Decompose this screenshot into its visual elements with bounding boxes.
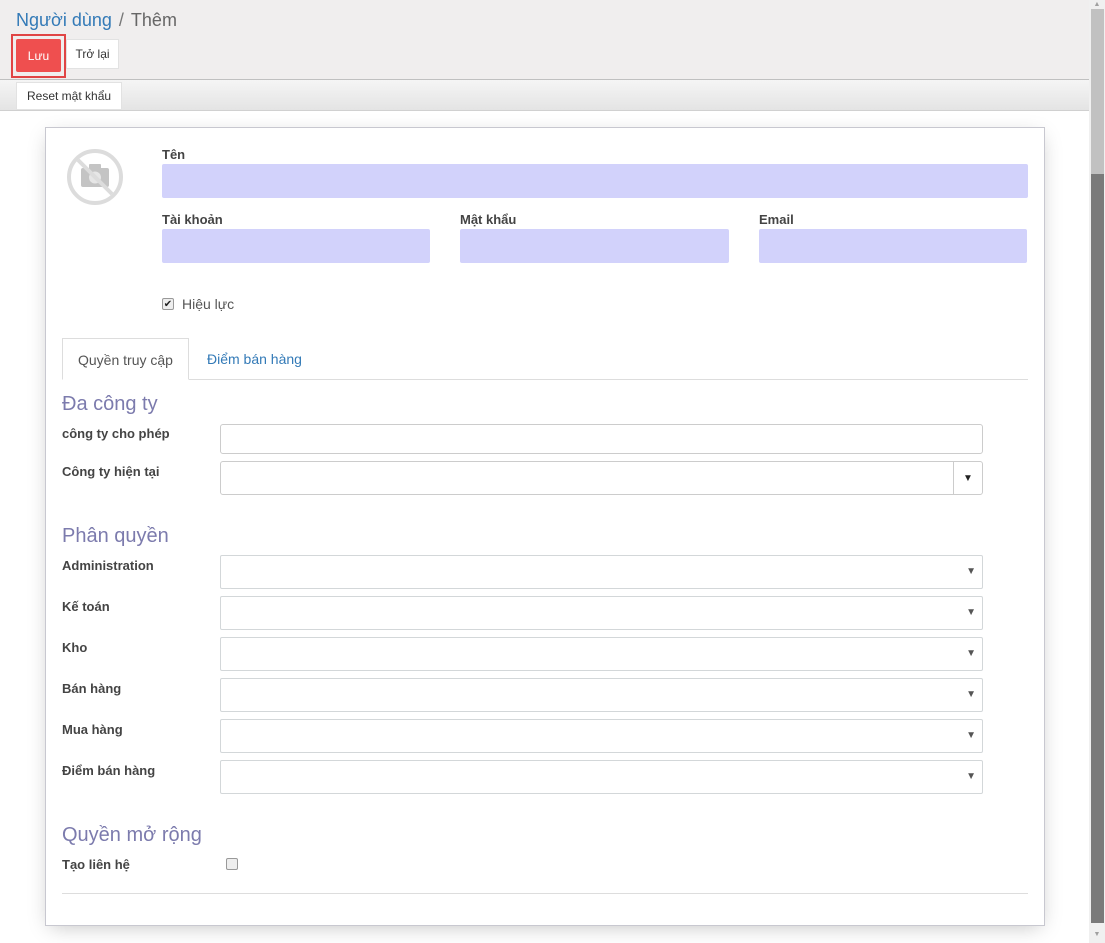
password-input[interactable] [460,229,729,263]
access-row-label: Administration [62,558,154,573]
avatar[interactable] [66,148,124,206]
breadcrumb-parent-link[interactable]: Người dùng [16,10,112,30]
administration-select[interactable]: ▼ [220,555,983,589]
current-company-select[interactable]: ▼ [220,461,983,495]
name-label: Tên [162,147,186,162]
email-label: Email [759,212,794,227]
notebook-tabs: Quyền truy cập Điểm bán hàng [62,338,1028,380]
purchase-select[interactable]: ▼ [220,719,983,753]
create-contact-checkbox[interactable] [226,858,238,870]
access-row-label: Bán hàng [62,681,122,696]
group-title-extra-rights: Quyền mở rộng [62,824,202,846]
access-row-label: Điểm bán hàng [62,763,156,778]
scroll-up-icon[interactable]: ▲ [1089,0,1105,9]
current-company-label: Công ty hiện tại [62,464,160,479]
group-title-access-rights: Phân quyền [62,525,169,547]
point-of-sale-select[interactable]: ▼ [220,760,983,794]
caret-down-icon: ▼ [966,730,976,741]
allowed-companies-label: công ty cho phép [62,426,170,441]
control-panel: Người dùng / Thêm Lưu Trở lại [0,0,1089,80]
name-input[interactable] [162,164,1028,198]
caret-down-icon: ▼ [966,689,976,700]
reset-password-button[interactable]: Reset mật khẩu [16,82,123,110]
no-photo-camera-icon [67,149,123,205]
back-button[interactable]: Trở lại [66,39,119,69]
email-input[interactable] [759,229,1027,263]
caret-down-icon: ▼ [966,648,976,659]
vertical-scrollbar[interactable]: ▲ ▼ [1089,0,1105,943]
save-button-highlight: Lưu [11,34,66,78]
access-row-label: Kế toán [62,599,110,614]
accounting-select[interactable]: ▼ [220,596,983,630]
breadcrumb-separator: / [118,10,124,30]
sales-select[interactable]: ▼ [220,678,983,712]
inventory-select[interactable]: ▼ [220,637,983,671]
scrollbar-thumb[interactable] [1091,174,1104,923]
status-bar: Reset mật khẩu [0,80,1089,111]
caret-down-icon: ▼ [966,566,976,577]
divider [62,893,1028,894]
login-input[interactable] [162,229,430,263]
allowed-companies-input[interactable] [220,424,983,454]
caret-down-icon: ▼ [966,771,976,782]
scroll-down-icon[interactable]: ▼ [1089,930,1105,939]
active-toggle[interactable]: ✔ Hiệu lực [162,296,234,312]
breadcrumb-current: Thêm [130,10,177,30]
active-label: Hiệu lực [182,296,235,312]
caret-down-icon: ▼ [966,607,976,618]
tab-point-of-sale[interactable]: Điểm bán hàng [192,338,317,380]
scrollbar-track[interactable] [1091,9,1104,174]
caret-down-icon[interactable]: ▼ [953,462,982,494]
breadcrumb: Người dùng / Thêm [16,10,177,31]
password-label: Mật khẩu [460,212,517,227]
form-sheet: Tên Tài khoản Mật khẩu Email ✔ Hiệu lực … [45,127,1045,926]
access-row-label: Mua hàng [62,722,123,737]
create-contact-label: Tạo liên hệ [62,857,130,872]
active-checkbox[interactable]: ✔ [162,298,174,310]
save-button[interactable]: Lưu [16,39,61,72]
login-label: Tài khoản [162,212,223,227]
access-row-label: Kho [62,640,88,655]
tab-access-rights[interactable]: Quyền truy cập [62,338,189,380]
group-title-multi-company: Đa công ty [62,393,158,415]
